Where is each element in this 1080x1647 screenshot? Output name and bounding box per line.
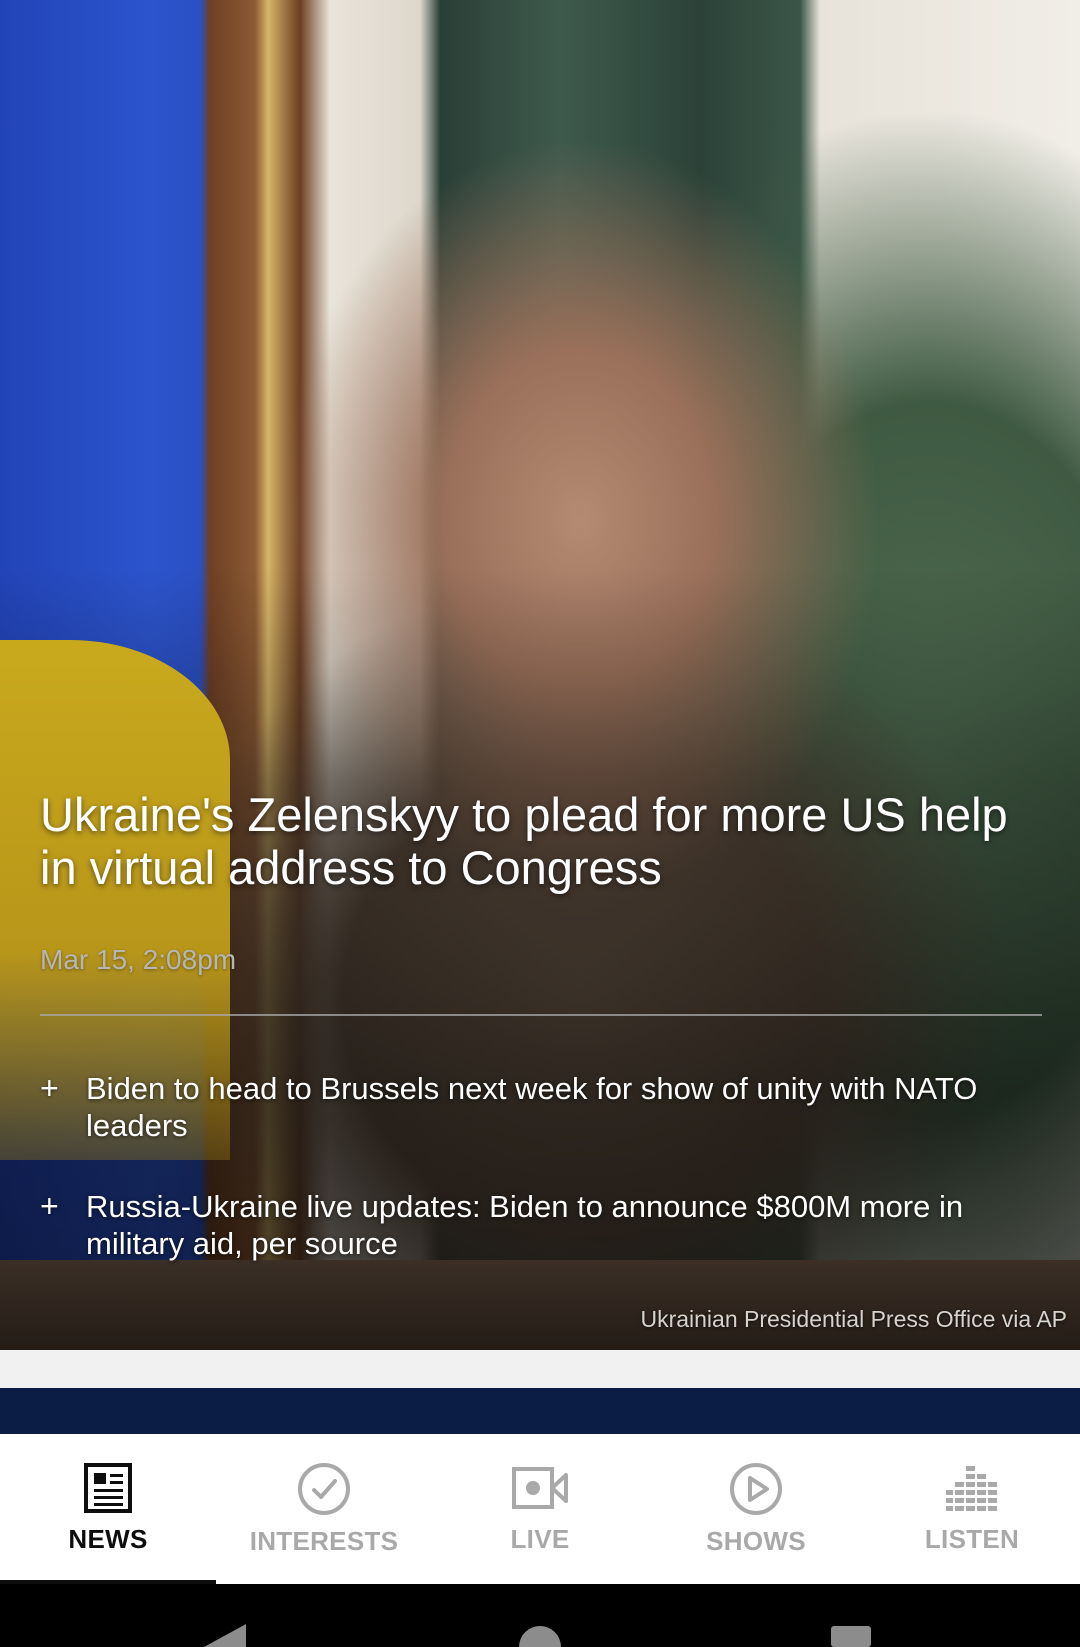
- related-story-title[interactable]: Biden to head to Brussels next week for …: [86, 1070, 1042, 1144]
- back-icon[interactable]: [200, 1624, 246, 1647]
- tab-label: SHOWS: [706, 1526, 806, 1556]
- system-navigation-bar: [0, 1584, 1080, 1647]
- tab-label: NEWS: [68, 1524, 148, 1554]
- story-headline[interactable]: Ukraine's Zelenskyy to plead for more US…: [40, 788, 1042, 894]
- divider: [40, 1014, 1042, 1016]
- check-circle-icon: [298, 1463, 350, 1515]
- tab-shows[interactable]: SHOWS: [648, 1434, 864, 1584]
- audio-bars-icon: [946, 1466, 997, 1511]
- tab-label: LISTEN: [924, 1524, 1020, 1554]
- related-story-title[interactable]: Russia-Ukraine live updates: Biden to an…: [86, 1188, 1042, 1262]
- related-story-item[interactable]: + Biden to head to Brussels next week fo…: [40, 1070, 1042, 1144]
- tab-live[interactable]: LIVE: [432, 1434, 648, 1584]
- recents-icon[interactable]: [831, 1626, 871, 1647]
- tab-news[interactable]: NEWS: [0, 1434, 216, 1584]
- next-story-card[interactable]: [0, 1388, 1080, 1434]
- hero-text-block: Ukraine's Zelenskyy to plead for more US…: [40, 788, 1042, 1306]
- video-camera-icon: [512, 1467, 568, 1509]
- related-stories-list: + Biden to head to Brussels next week fo…: [40, 1070, 1042, 1262]
- card-separator: [0, 1350, 1080, 1388]
- plus-icon: +: [40, 1188, 59, 1224]
- photo-credit: Ukrainian Presidential Press Office via …: [640, 1306, 1067, 1332]
- play-circle-icon: [730, 1463, 782, 1515]
- tab-interests[interactable]: INTERESTS: [216, 1434, 432, 1584]
- tab-label: LIVE: [510, 1524, 570, 1554]
- home-icon[interactable]: [519, 1624, 561, 1647]
- plus-icon: +: [40, 1070, 59, 1106]
- bottom-tab-bar: NEWS INTERESTS LIVE SHOWS LISTEN: [0, 1434, 1080, 1584]
- newspaper-icon: [84, 1463, 132, 1513]
- tab-listen[interactable]: LISTEN: [864, 1434, 1080, 1584]
- hero-story-card[interactable]: Ukraine's Zelenskyy to plead for more US…: [0, 0, 1080, 1350]
- tab-label: INTERESTS: [249, 1526, 399, 1556]
- related-story-item[interactable]: + Russia-Ukraine live updates: Biden to …: [40, 1188, 1042, 1262]
- story-timestamp: Mar 15, 2:08pm: [40, 944, 237, 975]
